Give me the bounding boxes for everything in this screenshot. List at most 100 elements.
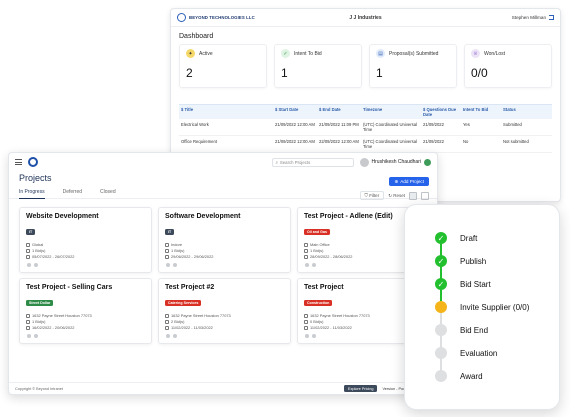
kpi-card-active[interactable]: ✦ Active 2 <box>179 44 267 88</box>
pending-step-icon <box>435 370 447 382</box>
bids-table: $ Title $ Start Date $ End Date Timezone… <box>179 104 552 153</box>
project-dates: 28/09/2022 - 28/06/2022 <box>310 254 353 259</box>
project-card[interactable]: Software Development IT Indore 1 Bid(s) … <box>158 207 291 273</box>
avatar <box>165 262 171 268</box>
bids-icon <box>26 320 30 324</box>
calendar-icon <box>304 255 308 259</box>
organization-name: J J Industries <box>349 14 382 21</box>
column-header: Intent To Bid <box>463 107 489 112</box>
brand-logo[interactable]: BEYOND TECHNOLOGIES LLC <box>177 13 307 22</box>
column-header[interactable]: $ Title <box>181 107 273 117</box>
add-project-button[interactable]: ⊕ Add Project <box>389 177 429 186</box>
avatar <box>26 262 32 268</box>
project-card[interactable]: Test Project #2 Catering Services 1632 P… <box>158 278 291 344</box>
workflow-step-evaluation[interactable]: Evaluation <box>435 347 497 359</box>
explore-pricing-button[interactable]: Explore Pricing <box>343 385 378 392</box>
list-view-icon[interactable] <box>421 191 429 200</box>
reset-button[interactable]: ↻ Reset <box>388 193 405 199</box>
avatar <box>311 333 317 339</box>
project-dates: 29/06/2022 - 29/06/2022 <box>171 254 214 259</box>
step-label: Evaluation <box>460 348 498 358</box>
app-logo-icon[interactable] <box>28 157 38 167</box>
kpi-card-proposals[interactable]: ▤ Proposal(s) Submitted 1 <box>369 44 457 88</box>
avatar <box>165 333 171 339</box>
member-avatars <box>165 333 284 339</box>
location-icon <box>304 243 308 247</box>
project-card[interactable]: Website Development IT Global 1 Bid(s) 0… <box>19 207 152 273</box>
bids-icon <box>165 249 169 253</box>
brand-logo-icon <box>177 13 186 22</box>
workflow-step-award[interactable]: Award <box>435 370 483 382</box>
check-icon: ✓ <box>435 232 447 244</box>
page-title: Projects <box>19 173 52 183</box>
category-badge: Street Dollar <box>26 300 54 306</box>
avatar <box>172 333 178 339</box>
lightbulb-icon: ✦ <box>186 49 195 58</box>
column-header[interactable]: $ Start Date <box>275 107 317 117</box>
workflow-stepper-card: ✓ Draft ✓ Publish ✓ Bid Start Invite Sup… <box>404 204 560 410</box>
member-avatars <box>26 333 145 339</box>
tab-closed[interactable]: Closed <box>100 187 116 199</box>
trophy-icon: ♕ <box>471 49 480 58</box>
project-dates: 11/02/2022 - 11/03/2022 <box>310 325 352 330</box>
project-dates: 05/07/2022 - 26/07/2022 <box>32 254 75 259</box>
table-header: $ Title $ Start Date $ End Date Timezone… <box>179 104 552 119</box>
kpi-label: Won/Lost <box>484 50 506 57</box>
search-icon: ⌕ <box>275 159 278 165</box>
kpi-row: ✦ Active 2 ✓ Intent To Bid 1 ▤ Proposal(s) … <box>171 44 560 88</box>
column-header[interactable]: $ Questions Due Date <box>423 107 461 117</box>
table-cell: 21/09/2022 <box>423 122 444 127</box>
projects-footer: Copyright © Beyond Intranet Explore Pric… <box>9 382 437 394</box>
project-card[interactable]: Test Project - Selling Cars Street Dolla… <box>19 278 152 344</box>
table-cell: Submitted <box>503 122 522 127</box>
filter-button[interactable]: ⛉ Filter <box>359 191 385 200</box>
table-cell: 21/09/2022 <box>423 139 444 144</box>
workflow-step-bid-start[interactable]: ✓ Bid Start <box>435 278 491 290</box>
document-icon: ▤ <box>376 49 385 58</box>
step-label: Bid End <box>460 325 489 335</box>
tab-deferred[interactable]: Deferred <box>63 187 82 199</box>
project-title: Test Project #2 <box>165 284 215 291</box>
tab-in-progress[interactable]: In Progress <box>19 187 45 199</box>
grid-view-icon[interactable] <box>409 191 417 200</box>
table-cell: Not submitted <box>503 139 529 144</box>
step-label: Award <box>460 371 483 381</box>
status-indicator-icon <box>424 158 431 166</box>
user-menu[interactable]: Hrushikesh Chaudhari <box>359 157 431 167</box>
workflow-step-publish[interactable]: ✓ Publish <box>435 255 486 267</box>
member-avatars <box>26 262 145 268</box>
project-dates: 16/02/2022 - 20/06/2022 <box>32 325 75 330</box>
project-meta: 1632 Payne Street Houston 77073 2 Bid(s)… <box>165 313 284 331</box>
bids-icon <box>165 320 169 324</box>
table-cell: Electrical Work <box>181 122 209 127</box>
search-placeholder: Search Projects <box>279 159 311 165</box>
category-badge: Construction <box>304 300 333 306</box>
user-menu[interactable]: Stephen Millman <box>424 15 554 20</box>
current-step-icon <box>435 301 447 313</box>
project-meta: Global 1 Bid(s) 05/07/2022 - 26/07/2022 <box>26 242 145 260</box>
column-header[interactable]: $ End Date <box>319 107 361 117</box>
table-row[interactable]: Electrical Work 21/09/2022 12:00 AM 21/0… <box>179 119 552 136</box>
avatar <box>359 157 369 167</box>
step-label: Bid Start <box>460 279 491 289</box>
projects-header: ⌕ Search Projects Hrushikesh Chaudhari <box>9 153 437 171</box>
hamburger-menu-icon[interactable] <box>15 159 22 165</box>
bids-icon <box>26 249 30 253</box>
workflow-step-invite-supplier[interactable]: Invite Supplier (0/0) <box>435 301 529 313</box>
kpi-card-intent-to-bid[interactable]: ✓ Intent To Bid 1 <box>274 44 362 88</box>
logout-icon[interactable] <box>549 15 554 20</box>
member-avatars <box>165 262 284 268</box>
workflow-step-bid-end[interactable]: Bid End <box>435 324 488 336</box>
avatar <box>304 333 310 339</box>
page-title: Dashboard <box>179 33 214 40</box>
table-cell: (UTC) Coordinated Universal Time <box>363 122 417 132</box>
search-input[interactable]: ⌕ Search Projects <box>271 157 354 167</box>
user-name: Hrushikesh Chaudhari <box>371 159 421 165</box>
workflow-step-draft[interactable]: ✓ Draft <box>435 232 477 244</box>
kpi-value: 1 <box>376 66 383 80</box>
kpi-card-won-lost[interactable]: ♕ Won/Lost 0/0 <box>464 44 552 88</box>
screenshot-stage: BEYOND TECHNOLOGIES LLC J J Industries S… <box>0 0 570 417</box>
category-badge: Oil and Gas <box>304 229 330 235</box>
table-row[interactable]: Office Requirement 21/09/2022 12:00 AM 2… <box>179 136 552 153</box>
kpi-label: Intent To Bid <box>294 50 322 57</box>
